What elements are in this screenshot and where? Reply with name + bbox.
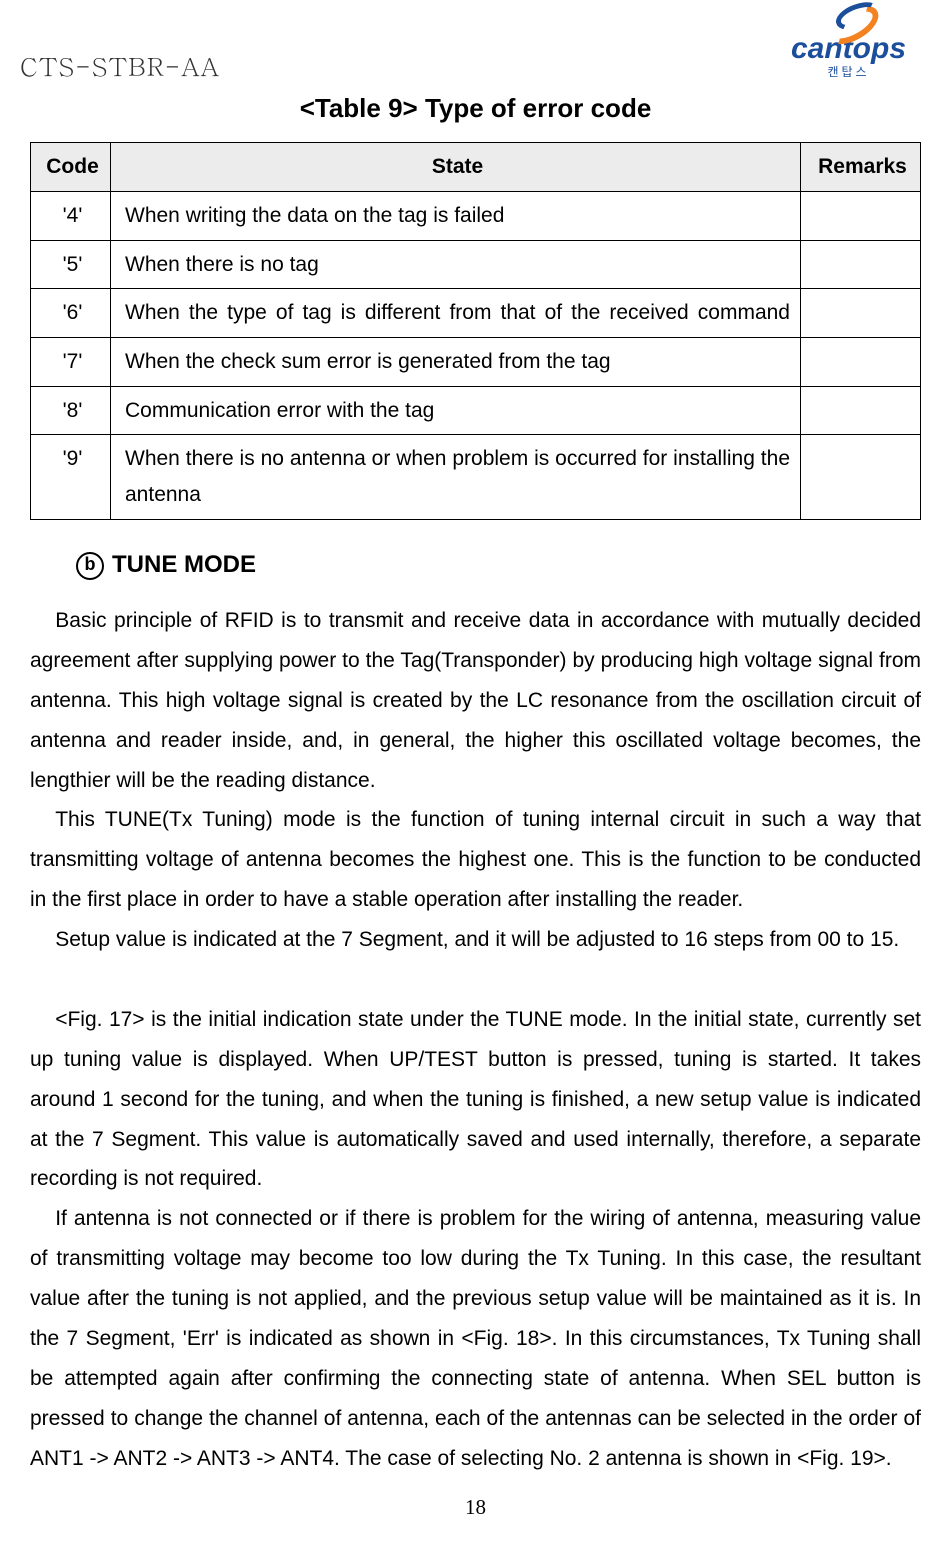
table-header-row: Code State Remarks (31, 143, 921, 192)
cell-state: When the type of tag is different from t… (111, 289, 801, 338)
paragraph: Basic principle of RFID is to transmit a… (30, 601, 921, 800)
cell-state: When the check sum error is generated fr… (111, 338, 801, 387)
page-header: CTS-STBR-AA cantops 캔탑스 (20, 0, 931, 90)
table-caption: <Table 9> Type of error code (30, 88, 921, 128)
th-state: State (111, 143, 801, 192)
table-row: '7'When the check sum error is generated… (31, 338, 921, 387)
page-number: 18 (0, 1491, 951, 1524)
th-code: Code (31, 143, 111, 192)
logo-subtext: 캔탑스 (766, 66, 931, 78)
cell-remarks (801, 191, 921, 240)
cell-code: '5' (31, 240, 111, 289)
paragraph: <Fig. 17> is the initial indication stat… (30, 1000, 921, 1199)
error-code-table: Code State Remarks '4'When writing the d… (30, 142, 921, 520)
logo-mark-icon (819, 4, 879, 34)
document-id: CTS-STBR-AA (20, 48, 220, 87)
paragraph: This TUNE(Tx Tuning) mode is the functio… (30, 800, 921, 920)
paragraph: Setup value is indicated at the 7 Segmen… (30, 920, 921, 960)
th-remarks: Remarks (801, 143, 921, 192)
page: CTS-STBR-AA cantops 캔탑스 <Table 9> Type o… (0, 0, 951, 1544)
cell-state: Communication error with the tag (111, 386, 801, 435)
table-row: '8'Communication error with the tag (31, 386, 921, 435)
cell-remarks (801, 435, 921, 519)
cell-code: '6' (31, 289, 111, 338)
table-row: '4'When writing the data on the tag is f… (31, 191, 921, 240)
cell-code: '8' (31, 386, 111, 435)
body-text: Basic principle of RFID is to transmit a… (30, 601, 921, 1479)
section-heading: b TUNE MODE (76, 546, 921, 583)
section-title: TUNE MODE (112, 551, 256, 578)
cell-remarks (801, 338, 921, 387)
cell-state: When writing the data on the tag is fail… (111, 191, 801, 240)
table-row: '5'When there is no tag (31, 240, 921, 289)
table-row: '6'When the type of tag is different fro… (31, 289, 921, 338)
cell-code: '7' (31, 338, 111, 387)
cell-state: When there is no antenna or when problem… (111, 435, 801, 519)
cell-code: '4' (31, 191, 111, 240)
table-row: '9'When there is no antenna or when prob… (31, 435, 921, 519)
paragraph (30, 960, 921, 1000)
page-content: <Table 9> Type of error code Code State … (30, 88, 921, 1479)
paragraph: If antenna is not connected or if there … (30, 1199, 921, 1478)
cell-remarks (801, 386, 921, 435)
cell-remarks (801, 289, 921, 338)
cell-code: '9' (31, 435, 111, 519)
section-bullet-icon: b (76, 552, 104, 580)
cell-state: When there is no tag (111, 240, 801, 289)
company-logo: cantops 캔탑스 (766, 4, 931, 78)
cell-remarks (801, 240, 921, 289)
